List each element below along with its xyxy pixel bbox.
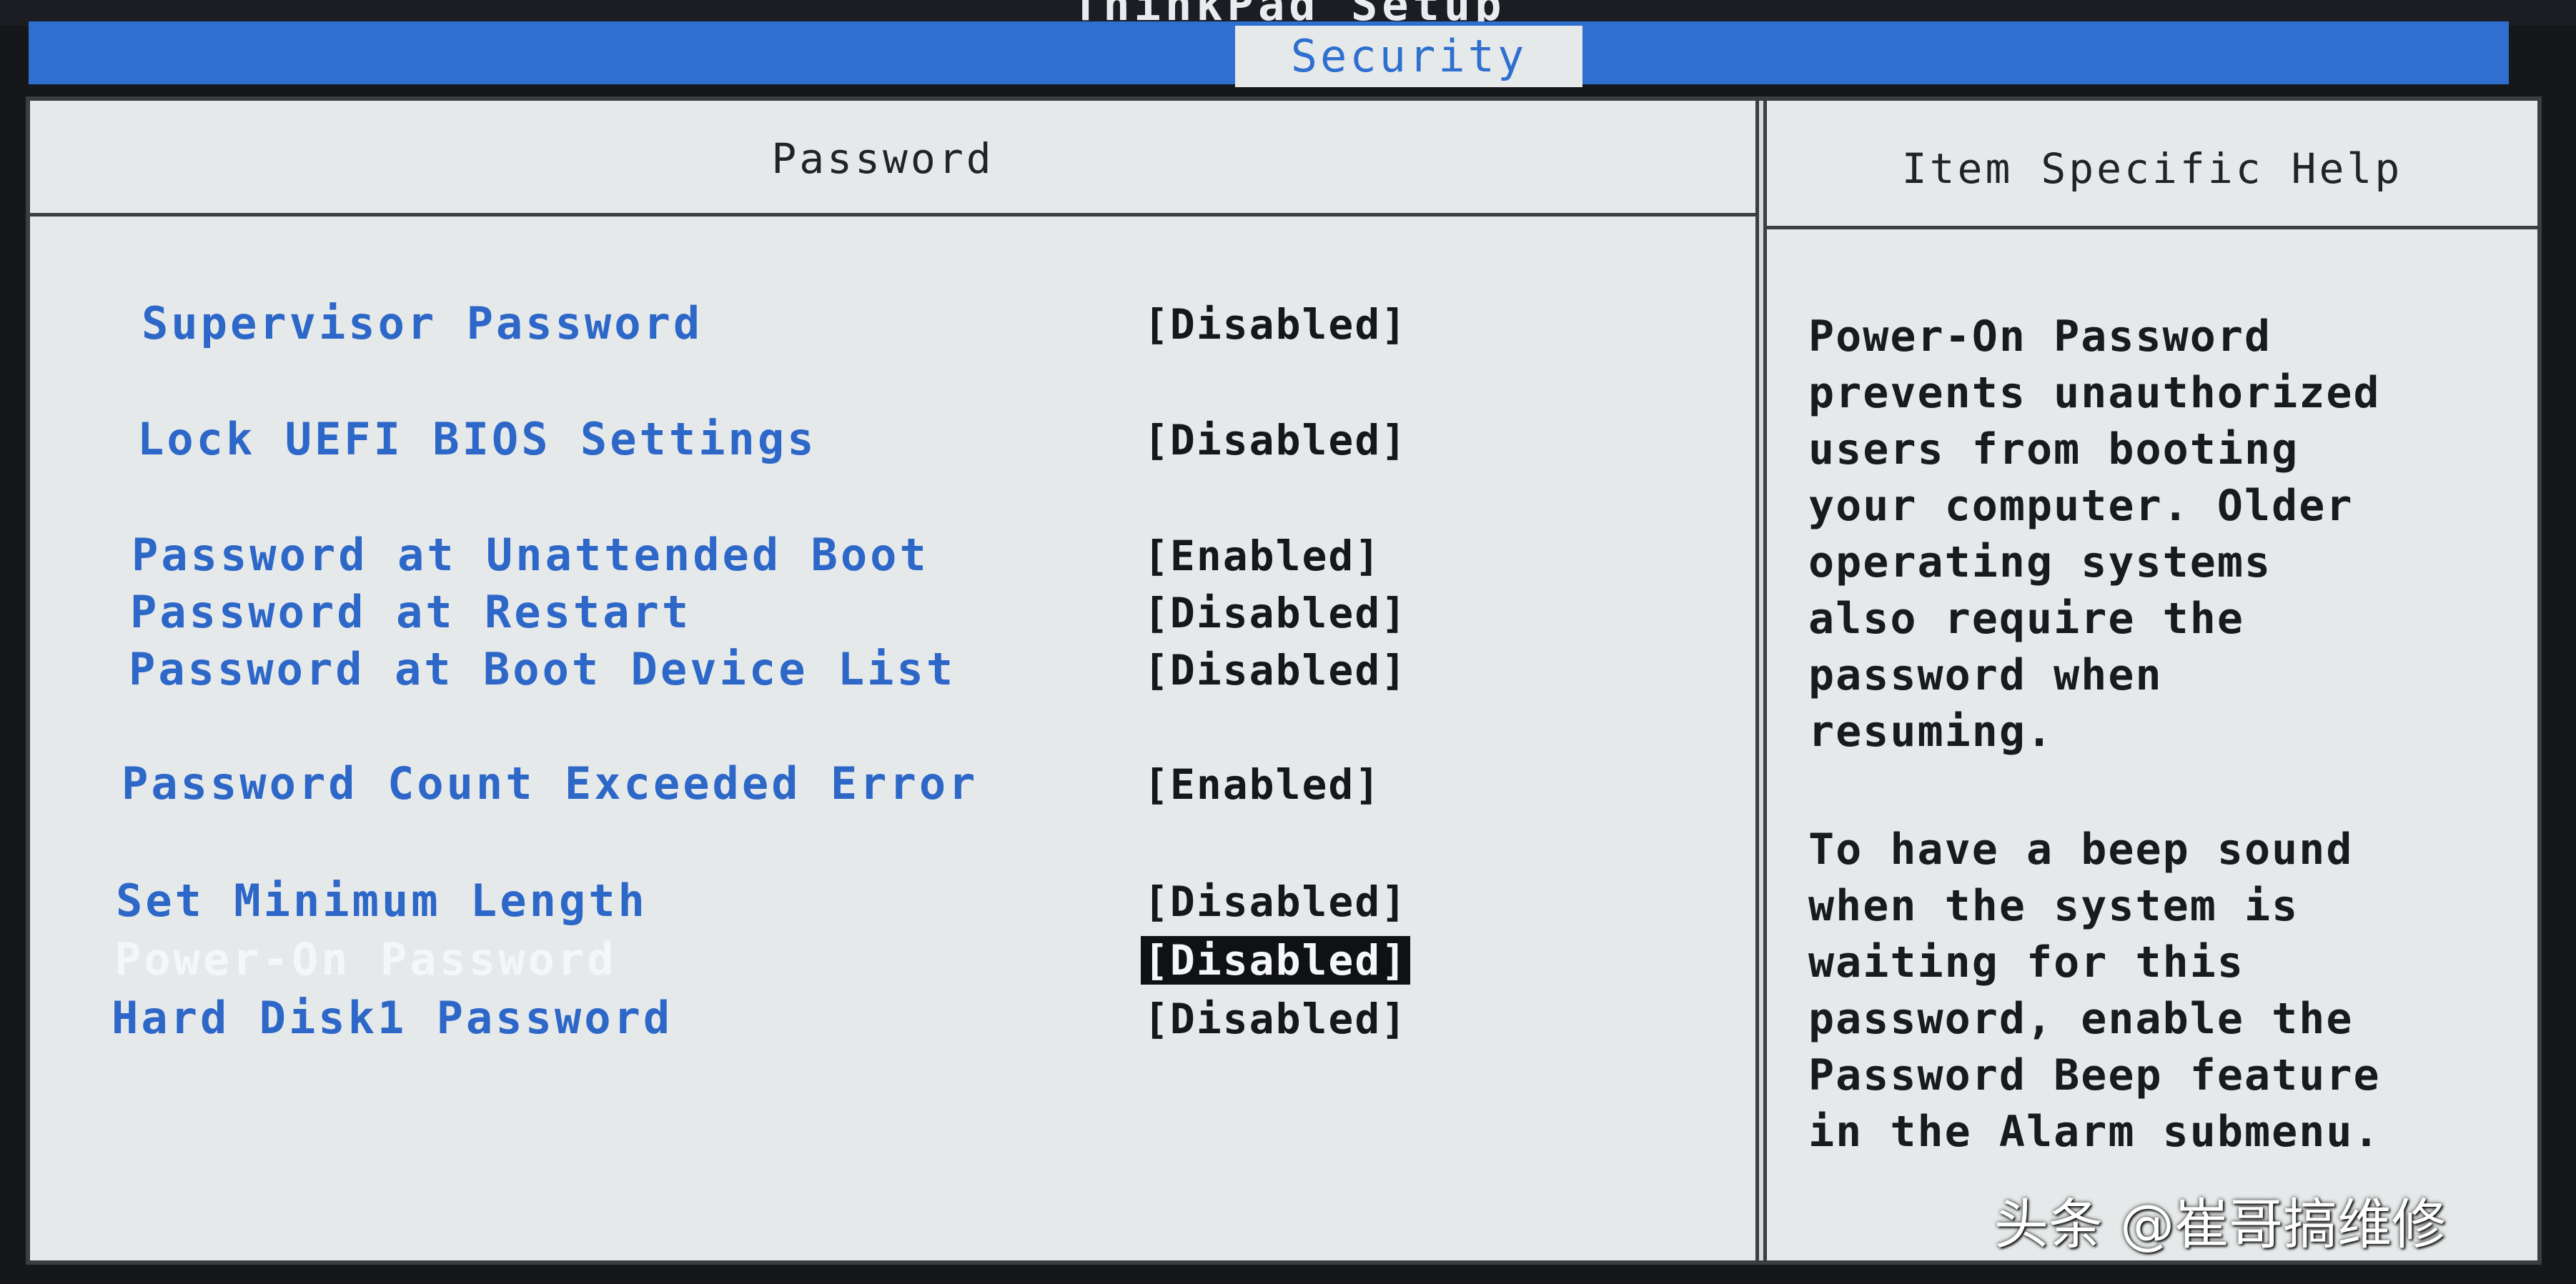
setting-password-at-boot-device-list[interactable]: Password at Boot Device List [Disabled] xyxy=(0,643,1744,696)
help-line: waiting for this xyxy=(1808,937,2244,987)
help-line: To have a beep sound xyxy=(1808,825,2354,875)
setting-label: Lock UEFI BIOS Settings xyxy=(137,413,817,465)
setting-value[interactable]: [Disabled] xyxy=(1144,646,1407,695)
setting-value[interactable]: [Disabled] xyxy=(1144,416,1407,464)
help-column-divider xyxy=(1755,101,1767,1260)
tab-security-label: Security xyxy=(1290,30,1527,82)
setting-value[interactable]: [Disabled] xyxy=(1144,995,1407,1043)
setting-lock-uefi-bios-settings[interactable]: Lock UEFI BIOS Settings [Disabled] xyxy=(0,413,1744,466)
help-line: in the Alarm submenu. xyxy=(1808,1107,2381,1157)
help-title: Item Specific Help xyxy=(1901,144,2403,193)
help-line: Power-On Password xyxy=(1808,312,2272,362)
setting-password-at-unattended-boot[interactable]: Password at Unattended Boot [Enabled] xyxy=(0,529,1744,582)
tab-security[interactable]: Security xyxy=(1235,26,1582,87)
help-line: prevents unauthorized xyxy=(1808,368,2381,418)
setting-value[interactable]: [Disabled] xyxy=(1144,300,1407,349)
help-line: also require the xyxy=(1808,594,2244,644)
help-line: operating systems xyxy=(1808,537,2272,587)
help-line: password, enable the xyxy=(1808,994,2354,1044)
main-header-divider xyxy=(30,213,1758,217)
help-line: users from booting xyxy=(1808,424,2299,474)
section-title-password: Password xyxy=(771,134,994,183)
watermark: 头条 @崔哥搞维修 xyxy=(1994,1193,2447,1256)
setting-supervisor-password[interactable]: Supervisor Password [Disabled] xyxy=(0,297,1744,350)
setting-value[interactable]: [Enabled] xyxy=(1144,532,1381,580)
help-paragraph: To have a beep sound when the system is … xyxy=(1808,822,2523,1160)
help-header-divider xyxy=(1767,226,2537,229)
help-line: Password Beep feature xyxy=(1808,1050,2381,1100)
help-paragraph: Power-On Password prevents unauthorized … xyxy=(1808,309,2523,760)
setting-password-at-restart[interactable]: Password at Restart [Disabled] xyxy=(0,586,1744,639)
setting-label: Hard Disk1 Password xyxy=(112,992,673,1044)
help-line: resuming. xyxy=(1808,707,2054,757)
help-line: password when xyxy=(1808,650,2163,700)
setting-label: Password at Boot Device List xyxy=(129,643,956,695)
setting-password-count-exceeded-error[interactable]: Password Count Exceeded Error [Enabled] xyxy=(0,757,1744,810)
setting-value[interactable]: [Disabled] xyxy=(1144,589,1407,637)
setting-value[interactable]: [Disabled] xyxy=(1144,877,1407,926)
setting-label: Password Count Exceeded Error xyxy=(122,757,979,810)
setting-label: Password at Unattended Boot xyxy=(132,529,929,581)
setting-label: Set Minimum Length xyxy=(116,875,648,927)
help-line: your computer. Older xyxy=(1808,481,2354,531)
setting-value[interactable]: [Enabled] xyxy=(1144,760,1381,809)
help-line: when the system is xyxy=(1808,881,2299,931)
setting-label: Password at Restart xyxy=(130,586,692,638)
setting-label: Power-On Password xyxy=(114,933,617,985)
setting-set-minimum-length[interactable]: Set Minimum Length [Disabled] xyxy=(0,875,1744,927)
setting-value-selected[interactable]: [Disabled] xyxy=(1141,936,1411,985)
setting-label: Supervisor Password xyxy=(142,297,703,349)
setting-power-on-password[interactable]: Power-On Password [Disabled] xyxy=(0,933,1744,986)
setting-hard-disk1-password[interactable]: Hard Disk1 Password [Disabled] xyxy=(0,992,1744,1045)
